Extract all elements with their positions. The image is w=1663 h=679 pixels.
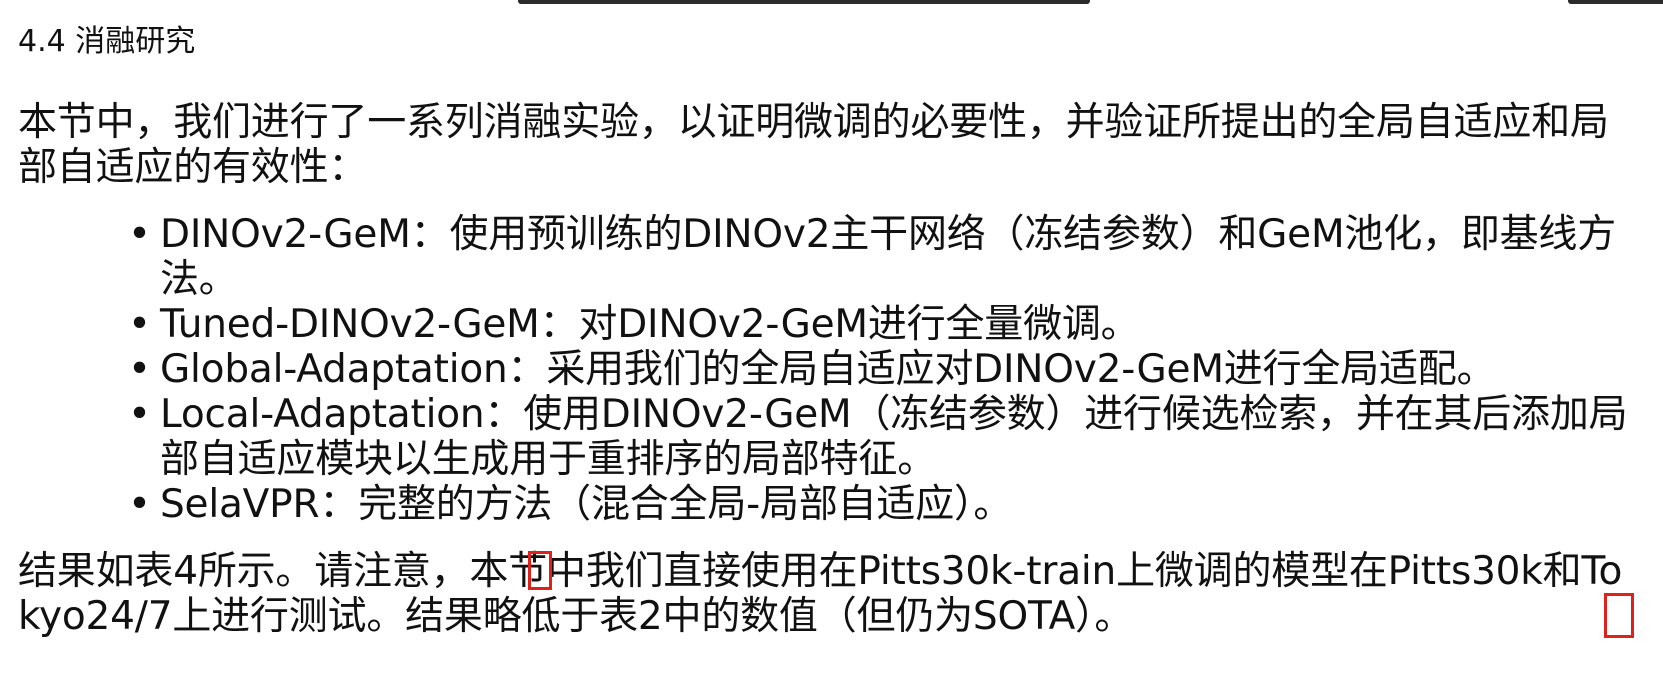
annotation-box-marker-end: [1604, 593, 1634, 638]
list-item-tuned-dinov2-gem: • Tuned-DINOv2-GeM：对DINOv2-GeM进行全量微调。: [128, 302, 1630, 347]
result-paragraph: 结果如表4所示。请注意，本节中我们直接使用在Pitts30k-train上微调的…: [18, 549, 1623, 639]
ablation-variant-list: • DINOv2-GeM：使用预训练的DINOv2主干网络（冻结参数）和GeM池化…: [128, 212, 1630, 527]
list-item-text: DINOv2-GeM：使用预训练的DINOv2主干网络（冻结参数）和GeM池化，…: [160, 212, 1617, 302]
top-toolbar-edge: [518, 0, 1090, 4]
bullet-icon: •: [128, 212, 151, 257]
bullet-icon: •: [128, 482, 151, 527]
list-item-text: Tuned-DINOv2-GeM：对DINOv2-GeM进行全量微调。: [160, 302, 1140, 347]
list-item-dinov2-gem: • DINOv2-GeM：使用预训练的DINOv2主干网络（冻结参数）和GeM池化…: [128, 212, 1630, 302]
bullet-icon: •: [128, 302, 151, 347]
list-item-global-adaptation: • Global-Adaptation：采用我们的全局自适应对DINOv2-GeM…: [128, 347, 1630, 392]
annotation-box-marker: [528, 551, 552, 590]
list-item-text: Local-Adaptation：使用DINOv2-GeM（冻结参数）进行候选检…: [160, 392, 1628, 482]
section-title: 4.4 消融研究: [18, 24, 196, 59]
intro-paragraph: 本节中，我们进行了一系列消融实验，以证明微调的必要性，并验证所提出的全局自适应和…: [18, 100, 1609, 190]
list-item-text: Global-Adaptation：采用我们的全局自适应对DINOv2-GeM进…: [160, 347, 1496, 392]
list-item-selavpr: • SelaVPR：完整的方法（混合全局-局部自适应）。: [128, 482, 1630, 527]
list-item-local-adaptation: • Local-Adaptation：使用DINOv2-GeM（冻结参数）进行候选…: [128, 392, 1630, 482]
list-item-text: SelaVPR：完整的方法（混合全局-局部自适应）。: [160, 482, 1013, 527]
top-toolbar-edge-right: [1568, 0, 1663, 4]
bullet-icon: •: [128, 347, 151, 392]
bullet-icon: •: [128, 392, 151, 437]
